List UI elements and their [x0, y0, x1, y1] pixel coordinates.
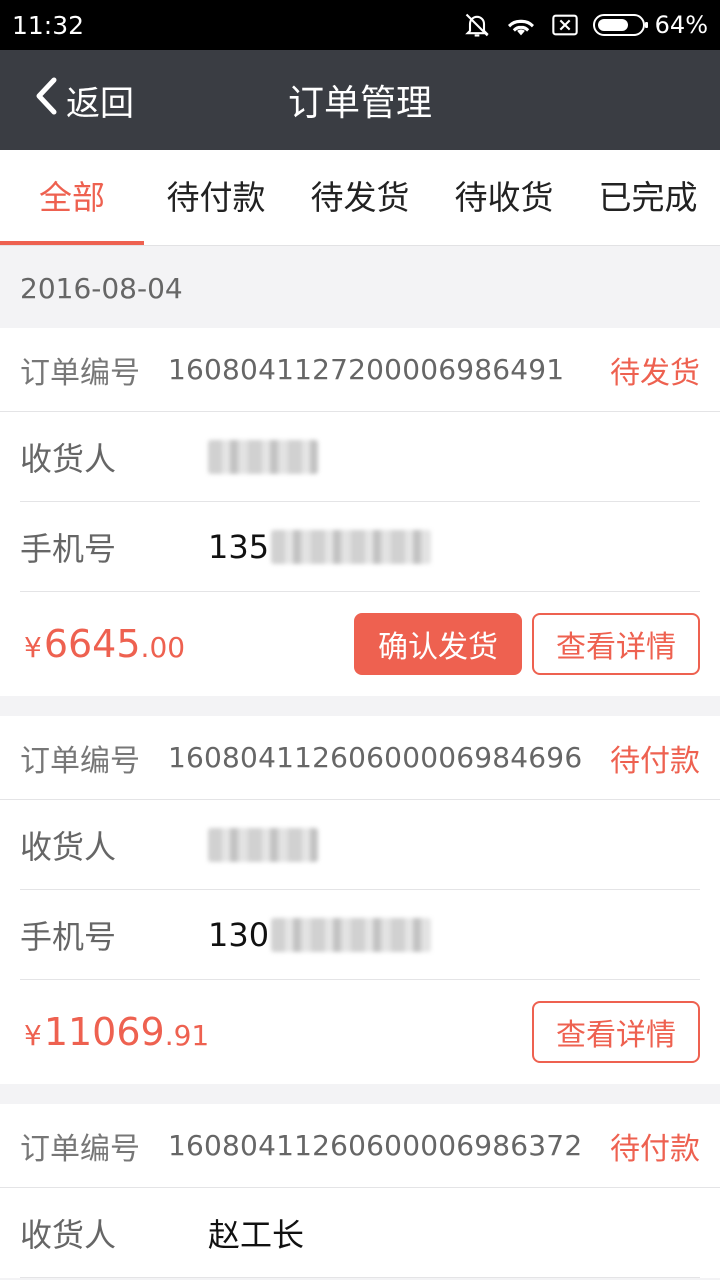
phone-value: 135: [208, 527, 432, 566]
order-tabs: 全部 待付款 待发货 待收货 已完成: [0, 150, 720, 246]
battery-icon: [592, 14, 648, 36]
currency-symbol: ¥: [24, 631, 42, 664]
tab-pending-payment[interactable]: 待付款: [144, 150, 288, 245]
receiver-row: 收货人: [20, 800, 700, 890]
tab-all[interactable]: 全部: [0, 150, 144, 245]
back-button[interactable]: 返回: [34, 50, 134, 150]
price-integer: 11069: [43, 1010, 165, 1054]
currency-symbol: ¥: [24, 1019, 42, 1052]
date-header: 2016-08-04: [0, 246, 720, 328]
order-card: 订单编号 1608041126060000698469​6 待付款 收货人 手机…: [0, 716, 720, 1084]
price-decimal: .91: [164, 1019, 210, 1052]
app-bar: 返回 订单管理: [0, 50, 720, 150]
phone-prefix: 130: [208, 915, 270, 954]
order-header: 订单编号 16080411272000069864​91 待发货: [0, 328, 720, 412]
back-label: 返回: [66, 83, 134, 124]
receiver-row: 收货人 赵工长: [20, 1188, 700, 1278]
wifi-icon: [505, 12, 537, 38]
redacted-name: [208, 439, 318, 474]
receiver-label: 收货人: [20, 827, 117, 866]
order-no-label: 订单编号: [20, 743, 140, 779]
redacted-name: [208, 827, 318, 862]
phone-prefix: 135: [208, 527, 270, 566]
tab-pending-shipment[interactable]: 待发货: [288, 150, 432, 245]
order-price: ¥ 11069 .91: [24, 1010, 532, 1054]
order-number: 16080411272000069864​91: [168, 353, 565, 386]
tab-pending-receipt[interactable]: 待收货: [432, 150, 576, 245]
receiver-value: 赵工长: [208, 1215, 305, 1254]
view-details-button[interactable]: 查看详情: [532, 1001, 700, 1063]
phone-row: 手机号 135: [20, 502, 700, 592]
order-number: 1608041126060000698469​6: [168, 741, 583, 774]
confirm-shipment-button[interactable]: 确认发货: [354, 613, 522, 675]
redacted-phone: [271, 917, 432, 952]
status-bar: 11:32 64%: [0, 0, 720, 50]
order-number: 1608041126060000698637​2: [168, 1129, 583, 1162]
phone-row: 手机号 130: [20, 890, 700, 980]
order-status: 待付款: [610, 743, 700, 779]
chevron-left-icon: [34, 76, 60, 125]
order-status: 待付款: [610, 1131, 700, 1167]
order-header: 订单编号 1608041126060000698469​6 待付款: [0, 716, 720, 800]
price-decimal: .00: [140, 631, 186, 664]
bell-off-icon: [463, 11, 491, 39]
receiver-row: 收货人: [20, 412, 700, 502]
tab-completed[interactable]: 已完成: [576, 150, 720, 245]
order-footer: ¥ 11069 .91 查看详情: [0, 980, 720, 1084]
order-price: ¥ 6645 .00: [24, 622, 354, 666]
order-no-label: 订单编号: [20, 1131, 140, 1167]
battery-indicator: 64%: [592, 11, 708, 39]
order-footer: ¥ 6645 .00 确认发货 查看详情: [0, 592, 720, 696]
status-time: 11:32: [12, 10, 85, 40]
view-details-button[interactable]: 查看详情: [532, 613, 700, 675]
phone-label: 手机号: [20, 917, 117, 956]
order-card: 订单编号 1608041126060000698637​2 待付款 收货人 赵工…: [0, 1104, 720, 1278]
order-no-label: 订单编号: [20, 355, 140, 391]
receiver-label: 收货人: [20, 439, 117, 478]
order-header: 订单编号 1608041126060000698637​2 待付款: [0, 1104, 720, 1188]
status-icons: 64%: [463, 11, 708, 39]
sim-icon: [551, 13, 579, 37]
phone-label: 手机号: [20, 529, 117, 568]
receiver-label: 收货人: [20, 1215, 117, 1254]
receiver-value: [208, 439, 318, 474]
receiver-value: [208, 827, 318, 862]
price-integer: 6645: [43, 622, 141, 666]
redacted-phone: [271, 529, 432, 564]
order-card: 订单编号 16080411272000069864​91 待发货 收货人 手机号…: [0, 328, 720, 696]
order-status: 待发货: [610, 355, 700, 391]
phone-value: 130: [208, 915, 432, 954]
battery-percent: 64%: [654, 11, 708, 39]
